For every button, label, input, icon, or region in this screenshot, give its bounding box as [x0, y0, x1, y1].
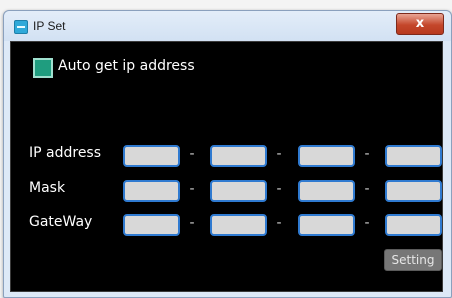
mask-separator: - — [276, 181, 282, 197]
gateway-separator: - — [364, 215, 370, 231]
settings-panel: Auto get ip address IP address - - - Mas… — [10, 41, 443, 292]
auto-ip-label: Auto get ip address — [58, 58, 195, 74]
ip-set-dialog: IP Set x Auto get ip address IP address … — [3, 10, 452, 298]
mask-octet-1-input[interactable] — [123, 180, 180, 202]
ip-octet-3-input[interactable] — [298, 145, 355, 167]
gateway-octet-4-input[interactable] — [385, 214, 442, 236]
auto-ip-checkbox[interactable] — [33, 58, 53, 78]
mask-octet-4-input[interactable] — [385, 180, 442, 202]
ip-separator: - — [276, 146, 282, 162]
close-button[interactable]: x — [396, 13, 444, 35]
ip-separator: - — [364, 146, 370, 162]
title-bar[interactable]: IP Set x — [4, 11, 451, 41]
gateway-label: GateWay — [29, 214, 93, 230]
ip-separator: - — [189, 146, 195, 162]
ip-octet-1-input[interactable] — [123, 145, 180, 167]
mask-octet-2-input[interactable] — [210, 180, 267, 202]
mask-separator: - — [189, 181, 195, 197]
gateway-separator: - — [189, 215, 195, 231]
ip-address-label: IP address — [29, 145, 102, 161]
close-icon: x — [415, 16, 425, 31]
gateway-octet-1-input[interactable] — [123, 214, 180, 236]
window-title: IP Set — [33, 19, 66, 33]
gateway-separator: - — [276, 215, 282, 231]
mask-label: Mask — [29, 180, 66, 196]
gateway-octet-2-input[interactable] — [210, 214, 267, 236]
setting-button[interactable]: Setting — [384, 249, 442, 271]
gateway-octet-3-input[interactable] — [298, 214, 355, 236]
ip-octet-2-input[interactable] — [210, 145, 267, 167]
app-icon — [14, 20, 28, 34]
ip-octet-4-input[interactable] — [385, 145, 442, 167]
mask-separator: - — [364, 181, 370, 197]
mask-octet-3-input[interactable] — [298, 180, 355, 202]
